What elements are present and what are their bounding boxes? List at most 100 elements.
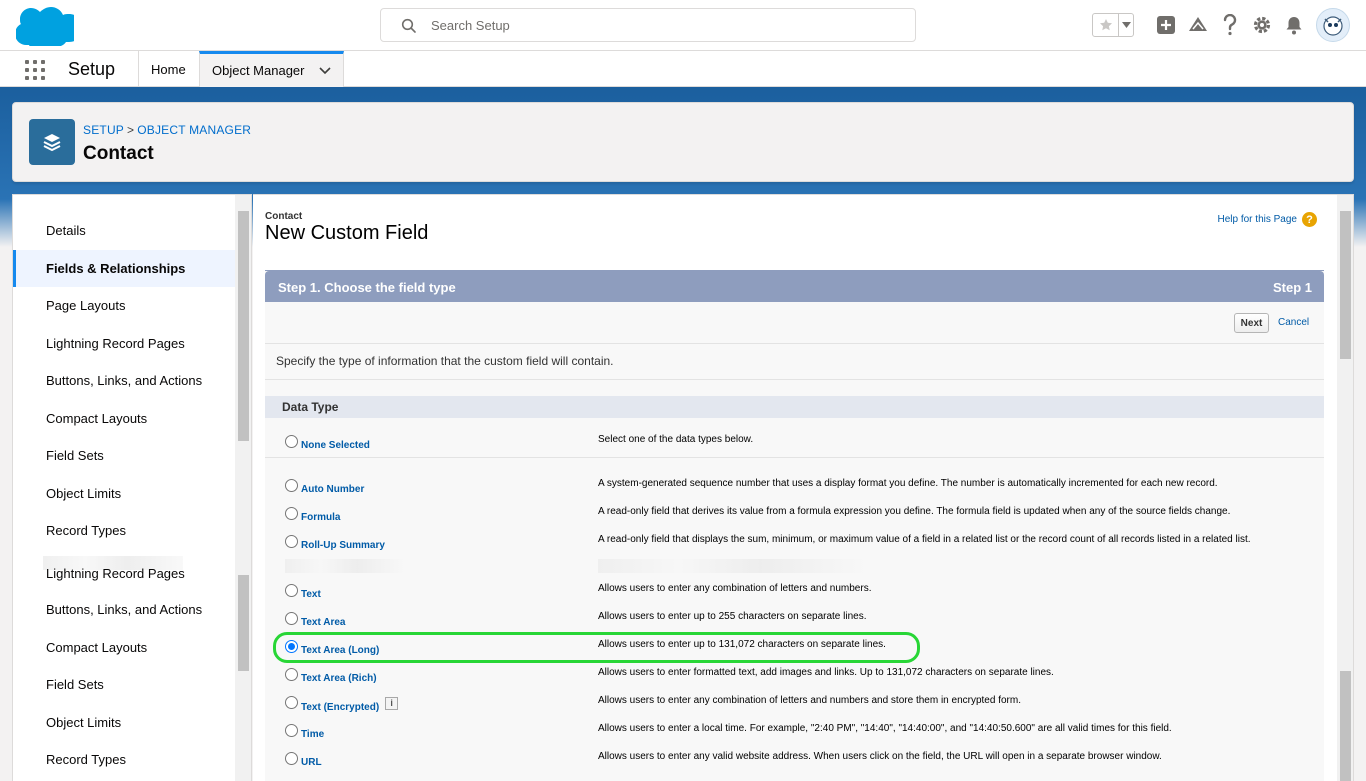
chevron-down-icon[interactable] (318, 66, 331, 75)
help-for-page-link[interactable]: Help for this Page ? (1218, 212, 1317, 227)
data-type-label[interactable]: Text (301, 589, 321, 600)
main-content: Contact New Custom Field Help for this P… (253, 194, 1354, 781)
app-nav-bar: Setup Home Object Manager (0, 51, 1366, 87)
data-type-row: Formula A read-only field that derives i… (265, 503, 1324, 531)
data-type-description: Allows users to enter a local time. For … (598, 723, 1172, 734)
next-button[interactable]: Next (1234, 313, 1269, 333)
blurred-region (598, 559, 868, 573)
sidebar-scrollbar-thumb[interactable] (238, 211, 249, 441)
sidebar-scrollbar-thumb[interactable] (238, 575, 249, 671)
data-type-description: A read-only field that derives its value… (598, 506, 1231, 517)
sidebar-item-buttons-links-actions[interactable]: Buttons, Links, and Actions (13, 362, 237, 399)
sidebar-item-lightning-record-pages[interactable]: Lightning Record Pages (13, 325, 237, 362)
radio-auto-number[interactable] (285, 479, 298, 492)
data-type-row: Roll-Up Summary A read-only field that d… (265, 531, 1324, 559)
sidebar-item-field-sets[interactable]: Field Sets (13, 666, 237, 703)
radio-text-encrypted[interactable] (285, 696, 298, 709)
help-icon[interactable]: ? (1302, 212, 1317, 227)
step-number: Step 1 (1272, 280, 1312, 295)
radio-text[interactable] (285, 584, 298, 597)
app-name: Setup (68, 59, 116, 79)
radio-formula[interactable] (285, 507, 298, 520)
divider (265, 379, 1324, 380)
selection-highlight (273, 632, 920, 663)
radio-url[interactable] (285, 752, 298, 765)
header-utility-icons (1092, 8, 1350, 42)
divider (265, 457, 1324, 458)
star-icon[interactable] (1093, 14, 1119, 36)
data-type-label[interactable]: None Selected (301, 440, 370, 451)
object-page-header: SETUP > OBJECT MANAGER Contact (12, 102, 1354, 182)
sidebar-item-compact-layouts[interactable]: Compact Layouts (13, 400, 237, 437)
chevron-down-icon[interactable] (1119, 14, 1133, 36)
sidebar-item-lightning-record-pages[interactable]: Lightning Record Pages (13, 555, 237, 592)
data-type-label[interactable]: Formula (301, 512, 340, 523)
radio-text-area-rich[interactable] (285, 668, 298, 681)
sidebar-item-compact-layouts[interactable]: Compact Layouts (13, 629, 237, 666)
sidebar-item-details[interactable]: Details (13, 212, 237, 249)
breadcrumb: SETUP > OBJECT MANAGER (83, 123, 251, 137)
gear-icon[interactable] (1246, 8, 1278, 42)
search-input[interactable] (431, 15, 891, 35)
tab-object-manager-label: Object Manager (212, 63, 305, 78)
data-type-label[interactable]: Text (Encrypted) i (301, 697, 399, 714)
sidebar-scrollbar[interactable] (235, 195, 251, 781)
sidebar-item-fields-relationships[interactable]: Fields & Relationships (13, 250, 237, 287)
data-type-description: Allows users to enter formatted text, ad… (598, 667, 1054, 678)
radio-none-selected[interactable] (285, 435, 298, 448)
radio-roll-up-summary[interactable] (285, 535, 298, 548)
step-title: Step 1. Choose the field type (278, 280, 456, 295)
main-scrollbar[interactable] (1337, 195, 1353, 781)
data-type-label[interactable]: Auto Number (301, 484, 364, 495)
data-type-label[interactable]: Time (301, 729, 324, 740)
tab-home[interactable]: Home (138, 51, 199, 87)
avatar[interactable] (1316, 8, 1350, 42)
tab-object-manager[interactable]: Object Manager (199, 51, 344, 87)
breadcrumb-setup-link[interactable]: SETUP (83, 123, 124, 137)
data-type-header: Data Type (265, 396, 1324, 418)
sidebar-item-object-limits[interactable]: Object Limits (13, 704, 237, 741)
data-type-description: Allows users to enter up to 255 characte… (598, 611, 867, 622)
data-type-label[interactable]: Text Area (301, 617, 345, 628)
data-type-row: Text Area (Rich) Allows users to enter f… (265, 664, 1324, 692)
sidebar-item-page-layouts[interactable]: Page Layouts (13, 287, 237, 324)
search-icon (401, 18, 416, 33)
step-panel: Step 1. Choose the field type Step 1 Nex… (265, 270, 1324, 781)
data-type-label[interactable]: Text Area (Rich) (301, 673, 377, 684)
data-type-row: Text Allows users to enter any combinati… (265, 580, 1324, 608)
radio-time[interactable] (285, 724, 298, 737)
main-scrollbar-thumb[interactable] (1340, 671, 1351, 781)
data-type-description: A system-generated sequence number that … (598, 478, 1218, 489)
trailhead-icon[interactable] (1182, 8, 1214, 42)
data-type-label[interactable]: URL (301, 757, 322, 768)
cancel-link[interactable]: Cancel (1278, 317, 1309, 328)
info-icon[interactable]: i (385, 697, 399, 710)
help-link-label[interactable]: Help for this Page (1218, 214, 1298, 225)
breadcrumb-object-manager-link[interactable]: OBJECT MANAGER (137, 123, 251, 137)
search-box[interactable] (380, 8, 916, 42)
sidebar-item-record-types[interactable]: Record Types (13, 512, 237, 549)
help-icon[interactable] (1214, 8, 1246, 42)
data-type-label[interactable]: Roll-Up Summary (301, 540, 385, 551)
sidebar-item-field-sets[interactable]: Field Sets (13, 437, 237, 474)
data-type-description: A read-only field that displays the sum,… (598, 534, 1251, 545)
sidebar-item-buttons-links-actions[interactable]: Buttons, Links, and Actions (13, 591, 237, 628)
step-header: Step 1. Choose the field type Step 1 (265, 271, 1324, 302)
sidebar-item-object-limits[interactable]: Object Limits (13, 475, 237, 512)
data-type-description: Select one of the data types below. (598, 434, 754, 445)
data-type-row: URL Allows users to enter any valid webs… (265, 748, 1324, 776)
add-icon[interactable] (1150, 8, 1182, 42)
data-type-description: Allows users to enter any combination of… (598, 695, 1021, 706)
favorites-button[interactable] (1092, 13, 1134, 37)
bell-icon[interactable] (1278, 8, 1310, 42)
radio-text-area[interactable] (285, 612, 298, 625)
step-description: Specify the type of information that the… (276, 354, 614, 368)
data-type-description: Allows users to enter any combination of… (598, 583, 872, 594)
data-type-row: Time Allows users to enter a local time.… (265, 720, 1324, 748)
main-scrollbar-thumb[interactable] (1340, 211, 1351, 359)
app-launcher-icon[interactable] (24, 59, 46, 81)
data-type-label-text: Text (Encrypted) (301, 702, 380, 714)
salesforce-cloud-logo[interactable] (16, 6, 74, 46)
sidebar-item-record-types[interactable]: Record Types (13, 741, 237, 778)
data-type-row: None Selected Select one of the data typ… (265, 431, 1324, 459)
